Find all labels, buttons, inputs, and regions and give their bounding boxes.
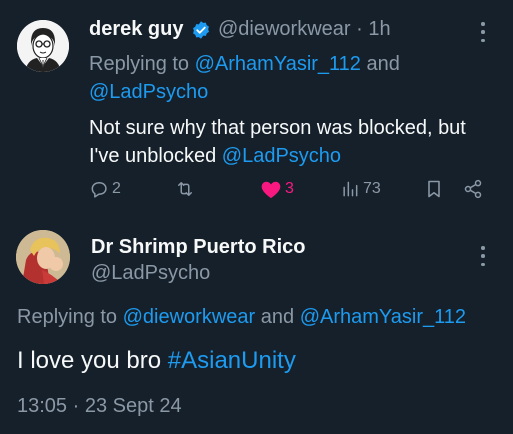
- replying-to: Replying to @ArhamYasir_112 and @LadPsyc…: [89, 50, 489, 106]
- avatar-dr-shrimp[interactable]: [16, 230, 70, 284]
- bookmark-button[interactable]: [425, 178, 443, 200]
- mention-link[interactable]: @dieworkwear: [123, 306, 256, 328]
- more-icon[interactable]: [476, 246, 490, 266]
- replying-to: Replying to @dieworkwear and @ArhamYasir…: [17, 303, 466, 331]
- author-name[interactable]: derek guy: [89, 18, 183, 41]
- more-icon[interactable]: [476, 22, 490, 42]
- reply-icon: [91, 182, 107, 198]
- views-button[interactable]: 73: [340, 178, 381, 200]
- like-button[interactable]: 3: [260, 178, 294, 200]
- avatar-derek-guy[interactable]: [17, 20, 69, 72]
- retweet-button[interactable]: [174, 178, 196, 200]
- share-button[interactable]: [463, 178, 483, 200]
- share-icon: [464, 179, 482, 199]
- reply-button[interactable]: 2: [89, 178, 121, 200]
- replying-to-label: Replying to: [89, 53, 195, 75]
- like-count: 3: [285, 180, 294, 197]
- bookmark-icon: [428, 180, 440, 198]
- tweet-timestamp[interactable]: 13:05 · 23 Sept 24: [17, 395, 182, 418]
- verified-badge-icon: [191, 20, 211, 40]
- tweet-text-body: I love you bro: [17, 347, 168, 374]
- replying-and-label: and: [255, 306, 300, 328]
- mention-link[interactable]: @ArhamYasir_112: [300, 306, 466, 328]
- reply-count: 2: [112, 180, 121, 197]
- views-icon: [343, 181, 358, 197]
- author-handle-time[interactable]: @dieworkwear · 1h: [218, 18, 391, 41]
- heart-filled-icon: [261, 181, 281, 199]
- replying-to-label: Replying to: [17, 306, 123, 328]
- mention-link[interactable]: @LadPsycho: [222, 145, 341, 167]
- replying-and-label: and: [360, 53, 400, 75]
- mention-link[interactable]: @LadPsycho: [89, 81, 208, 103]
- retweet-icon: [178, 182, 192, 196]
- author-name[interactable]: Dr Shrimp Puerto Rico: [91, 236, 305, 259]
- tweet-text: Not sure why that person was blocked, bu…: [89, 114, 489, 170]
- author-handle[interactable]: @LadPsycho: [91, 262, 210, 285]
- views-count: 73: [363, 180, 381, 197]
- tweet-text: I love you bro #AsianUnity: [17, 345, 296, 377]
- hashtag-link[interactable]: #AsianUnity: [168, 347, 296, 374]
- mention-link[interactable]: @ArhamYasir_112: [195, 53, 361, 75]
